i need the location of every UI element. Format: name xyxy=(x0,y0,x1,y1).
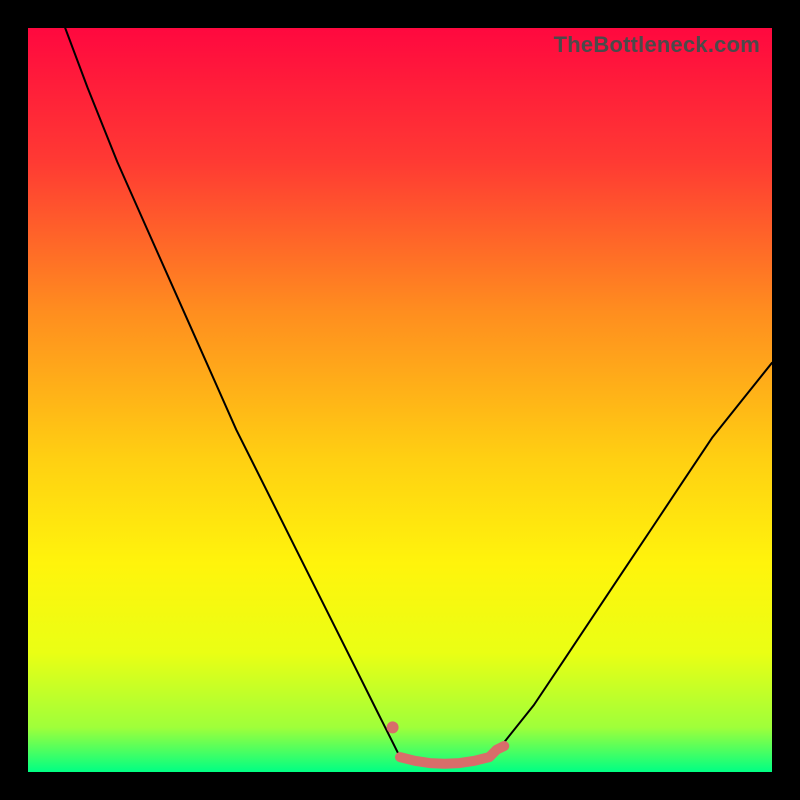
chart-background xyxy=(28,28,772,772)
watermark-text: TheBottleneck.com xyxy=(554,32,760,58)
chart-svg xyxy=(28,28,772,772)
marker-left-dot xyxy=(387,721,399,733)
chart-frame: TheBottleneck.com xyxy=(28,28,772,772)
chart-markers xyxy=(387,721,399,733)
